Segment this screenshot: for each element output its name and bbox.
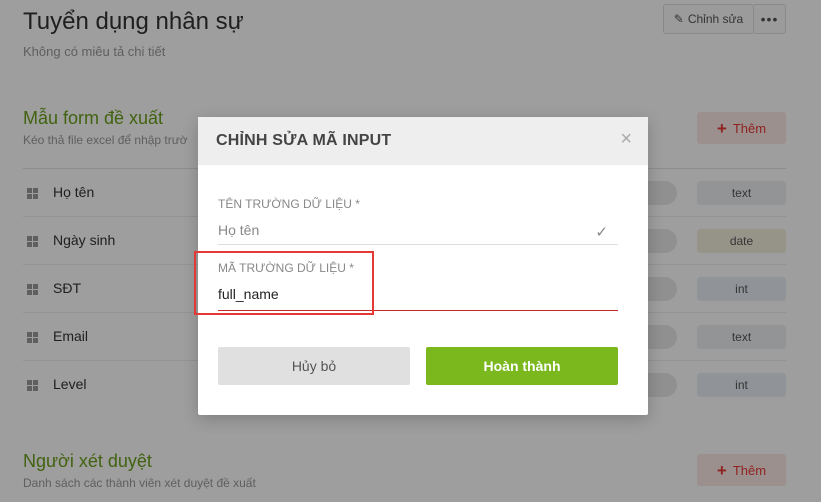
modal-header: CHỈNH SỬA MÃ INPUT ×	[198, 117, 648, 165]
input-underline	[218, 244, 618, 245]
close-icon[interactable]: ×	[620, 129, 632, 149]
field-name-label: TÊN TRƯỜNG DỮ LIỆU *	[218, 197, 360, 211]
field-name-group: TÊN TRƯỜNG DỮ LIỆU * Họ tên ✓	[218, 197, 618, 245]
highlight-box	[194, 251, 374, 315]
modal-title: CHỈNH SỬA MÃ INPUT	[216, 132, 392, 149]
field-name-input[interactable]: Họ tên	[218, 222, 618, 244]
cancel-button[interactable]: Hủy bỏ	[218, 347, 410, 385]
checkmark-icon: ✓	[595, 224, 608, 241]
done-button[interactable]: Hoàn thành	[426, 347, 618, 385]
